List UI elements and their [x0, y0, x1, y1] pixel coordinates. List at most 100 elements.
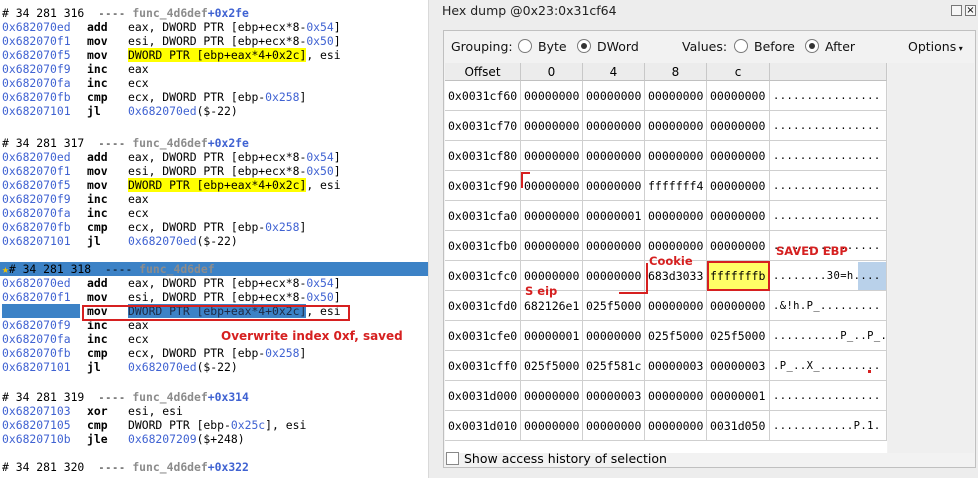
- instruction-address[interactable]: 0x682070fa: [2, 76, 71, 90]
- hex-cell[interactable]: 00000000: [645, 291, 707, 321]
- instruction-address[interactable]: 0x68207105: [2, 418, 71, 432]
- hex-cell[interactable]: 00000000: [521, 141, 583, 171]
- after-label[interactable]: After: [825, 39, 855, 54]
- access-history-label[interactable]: Show access history of selection: [464, 451, 667, 466]
- row-offset[interactable]: 0x0031cf70: [445, 111, 521, 141]
- instruction-address[interactable]: 0x682070f5: [2, 178, 71, 192]
- ascii-cell[interactable]: ............P.1.: [770, 411, 887, 441]
- instruction-row[interactable]: 0x682070f1 mov esi, DWORD PTR [ebp+ecx*8-0…: [0, 34, 428, 48]
- hex-cell[interactable]: 0031d050: [707, 411, 770, 441]
- hex-cell[interactable]: 025f5000: [645, 321, 707, 351]
- instruction-address[interactable]: 0x682070fb: [2, 90, 71, 104]
- instruction-address[interactable]: 0x68207101: [2, 234, 71, 248]
- instruction-row[interactable]: 0x68207103 xor esi, esi: [0, 404, 428, 418]
- instruction-row[interactable]: 0x682070ed add eax, DWORD PTR [ebp+ecx*8-0…: [0, 20, 428, 34]
- block-header[interactable]: # 34 281 319 ---- func_4d6def+0x314: [0, 390, 428, 404]
- instruction-address[interactable]: 0x68207101: [2, 360, 71, 374]
- column-header[interactable]: 0: [521, 63, 583, 81]
- byte-radio[interactable]: [518, 39, 532, 53]
- row-offset[interactable]: 0x0031cff0: [445, 351, 521, 381]
- hex-cell[interactable]: 00000000: [521, 111, 583, 141]
- offset-column-header[interactable]: Offset: [445, 63, 521, 81]
- function-name[interactable]: func_4d6def: [132, 460, 207, 474]
- hex-cell[interactable]: 00000000: [583, 261, 645, 291]
- hex-cell[interactable]: 00000000: [707, 231, 770, 261]
- instruction-address[interactable]: 0x682070f9: [2, 192, 71, 206]
- hex-cell[interactable]: 00000000: [707, 141, 770, 171]
- instruction-address[interactable]: 0x6820710b: [2, 432, 71, 446]
- instruction-row[interactable]: 0x682070ed add eax, DWORD PTR [ebp+ecx*8-0…: [0, 150, 428, 164]
- hex-cell[interactable]: 00000000: [707, 171, 770, 201]
- instruction-row[interactable]: 0x682070f5 mov DWORD PTR [ebp+eax*4+0x2c],…: [0, 178, 428, 192]
- row-offset[interactable]: 0x0031cfc0: [445, 261, 521, 291]
- block-header[interactable]: # 34 281 320 ---- func_4d6def+0x322: [0, 460, 428, 474]
- instruction-row[interactable]: 0x682070f9 inc eax: [0, 62, 428, 76]
- hex-cell[interactable]: 00000000: [583, 141, 645, 171]
- access-history-checkbox[interactable]: [446, 452, 459, 465]
- instruction-row[interactable]: 0x682070fb cmp ecx, DWORD PTR [ebp-0x258]: [0, 346, 428, 360]
- hex-cell[interactable]: 00000000: [707, 291, 770, 321]
- hex-cell[interactable]: 025f581c: [583, 351, 645, 381]
- row-offset[interactable]: 0x0031cfb0: [445, 231, 521, 261]
- instruction-row[interactable]: 0x682070f9 inc eax: [0, 192, 428, 206]
- ascii-cell[interactable]: ................: [770, 111, 887, 141]
- instruction-address[interactable]: 0x682070fb: [2, 220, 71, 234]
- instruction-address[interactable]: 0x682070f9: [2, 318, 71, 332]
- row-offset[interactable]: 0x0031cf80: [445, 141, 521, 171]
- hex-cell[interactable]: 00000003: [645, 351, 707, 381]
- hex-cell[interactable]: 00000000: [645, 111, 707, 141]
- dword-label[interactable]: DWord: [597, 39, 639, 54]
- before-radio[interactable]: [734, 39, 748, 53]
- ascii-cell[interactable]: ................: [770, 141, 887, 171]
- hex-cell[interactable]: 00000000: [521, 171, 583, 201]
- close-window-icon[interactable]: ×: [965, 5, 976, 16]
- byte-label[interactable]: Byte: [538, 39, 567, 54]
- instruction-row[interactable]: 0x682070fb cmp ecx, DWORD PTR [ebp-0x258]: [0, 90, 428, 104]
- hex-cell[interactable]: 00000000: [583, 171, 645, 201]
- hex-cell[interactable]: 025f5000: [707, 321, 770, 351]
- options-label[interactable]: Options: [908, 39, 956, 54]
- hex-cell[interactable]: 00000000: [645, 381, 707, 411]
- hex-cell[interactable]: 025f5000: [583, 291, 645, 321]
- instruction-address[interactable]: 0x68207103: [2, 404, 71, 418]
- hex-cell[interactable]: 00000000: [521, 201, 583, 231]
- hex-cell[interactable]: 00000003: [583, 381, 645, 411]
- float-window-icon[interactable]: [951, 5, 962, 16]
- instruction-row[interactable]: 0x682070f1 mov esi, DWORD PTR [ebp+ecx*8-0…: [0, 290, 428, 304]
- row-offset[interactable]: 0x0031cf90: [445, 171, 521, 201]
- row-offset[interactable]: 0x0031d010: [445, 411, 521, 441]
- ascii-cell[interactable]: ................: [770, 381, 887, 411]
- instruction-address[interactable]: 0x682070f5: [2, 48, 71, 62]
- hex-cell[interactable]: 00000003: [707, 351, 770, 381]
- hex-cell[interactable]: 00000001: [583, 201, 645, 231]
- ascii-cell[interactable]: ..........P_..P_.: [770, 321, 887, 351]
- function-name[interactable]: func_4d6def: [132, 136, 207, 150]
- instruction-address[interactable]: 0x682070fa: [2, 332, 71, 346]
- hex-cell[interactable]: 00000000: [707, 81, 770, 111]
- instruction-row[interactable]: 0x68207101 jl 0x682070ed($-22): [0, 360, 428, 374]
- ascii-cell[interactable]: ................: [770, 171, 887, 201]
- instruction-address[interactable]: 0x682070fb: [2, 346, 71, 360]
- ascii-cell[interactable]: ................: [770, 201, 887, 231]
- instruction-address[interactable]: 0x682070ed: [2, 150, 71, 164]
- hex-cell[interactable]: 00000000: [521, 381, 583, 411]
- hex-cell[interactable]: 00000000: [583, 111, 645, 141]
- ascii-cell[interactable]: ................: [770, 81, 887, 111]
- dword-radio[interactable]: [577, 39, 591, 53]
- hex-cell[interactable]: 00000000: [645, 411, 707, 441]
- instruction-address[interactable]: 0x682070ed: [2, 20, 71, 34]
- hex-cell[interactable]: 00000000: [583, 321, 645, 351]
- ascii-cell[interactable]: .&!h.P_.........: [770, 291, 887, 321]
- hex-cell[interactable]: 00000000: [707, 111, 770, 141]
- hex-cell[interactable]: 00000000: [583, 411, 645, 441]
- hex-cell[interactable]: 00000001: [521, 321, 583, 351]
- instruction-row[interactable]: 0x682070ed add eax, DWORD PTR [ebp+ecx*8-0…: [0, 276, 428, 290]
- hex-cell[interactable]: 00000000: [645, 81, 707, 111]
- block-header[interactable]: # 34 281 317 ---- func_4d6def+0x2fe: [0, 136, 428, 150]
- row-offset[interactable]: 0x0031cfe0: [445, 321, 521, 351]
- instruction-row[interactable]: 0x68207101 jl 0x682070ed($-22): [0, 104, 428, 118]
- function-name[interactable]: func_4d6def: [132, 6, 207, 20]
- disassembly-trace-pane[interactable]: # 34 281 316 ---- func_4d6def+0x2fe 0x682…: [0, 0, 428, 478]
- instruction-row[interactable]: 0x682070fa inc ecx: [0, 206, 428, 220]
- options-button[interactable]: Options ▾: [908, 39, 963, 54]
